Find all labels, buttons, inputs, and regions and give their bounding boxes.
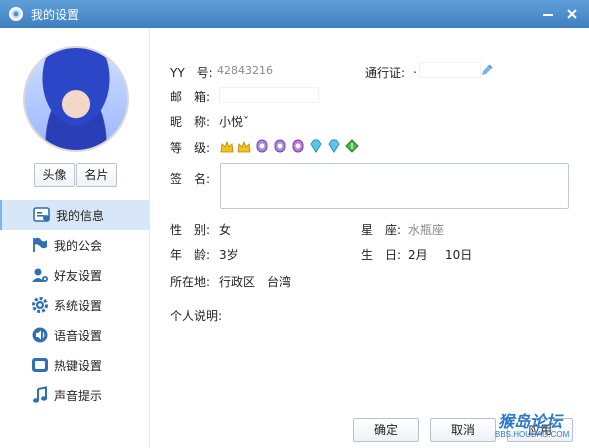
music-note-icon xyxy=(33,386,47,403)
diamond-icon xyxy=(328,139,340,153)
nav-item-friends[interactable]: 好友设置 xyxy=(0,260,149,290)
minimize-icon xyxy=(543,14,553,16)
personal-label: 个人说明: xyxy=(170,309,223,323)
nav-label: 我的公会 xyxy=(54,239,103,253)
star-value: 水瓶座 xyxy=(408,223,445,237)
nav-label: 我的信息 xyxy=(56,209,105,223)
email-value-redacted xyxy=(219,87,319,103)
avatar[interactable] xyxy=(23,46,129,152)
signature-field[interactable] xyxy=(220,163,569,209)
nav-label: 热键设置 xyxy=(54,359,103,373)
location-value: 行政区 台湾 xyxy=(219,275,292,289)
nickname-value: 小悦ˇ xyxy=(219,115,250,129)
star-label: 星 座: xyxy=(361,223,402,237)
settings-gear-icon xyxy=(9,7,23,21)
yy-label: YY 号: xyxy=(170,66,213,80)
avatar-buttons: 头像 名片 xyxy=(34,163,117,187)
level-label: 等 级: xyxy=(170,141,211,155)
pass-edit-icon[interactable] xyxy=(480,63,494,77)
moon-badge-icon xyxy=(292,139,304,153)
forum-watermark: 猴岛论坛 BBS.HOUDAO.COM xyxy=(492,408,584,448)
birthday-label: 生 日: xyxy=(361,248,402,262)
settings-nav: 我的信息 我的公会 好友设置 系统设置 语音设置 热键设置 声音提示 xyxy=(0,200,149,410)
title-bar[interactable]: 我的设置 xyxy=(0,0,589,28)
nav-item-hotkey[interactable]: 热键设置 xyxy=(0,350,149,380)
close-button[interactable] xyxy=(562,4,582,24)
age-value: 3岁 xyxy=(219,248,239,262)
flag-icon xyxy=(33,237,47,252)
yy-value: 42843216 xyxy=(217,64,273,77)
avatar-button[interactable]: 头像 xyxy=(34,163,75,187)
nickname-label: 昵 称: xyxy=(170,115,211,129)
sidebar: 头像 名片 我的信息 我的公会 好友设置 系统设置 语音设置 热键设置 声音提示 xyxy=(0,28,150,448)
crown-icon xyxy=(220,140,234,153)
profile-card-icon xyxy=(33,207,50,222)
diamond-icon xyxy=(310,139,322,153)
gender-label: 性 别: xyxy=(170,223,211,237)
nav-label: 系统设置 xyxy=(54,299,103,313)
birthday-month: 2月 xyxy=(408,248,428,262)
window-title: 我的设置 xyxy=(31,8,80,22)
gender-value: 女 xyxy=(219,223,232,237)
age-label: 年 龄: xyxy=(170,248,211,262)
ok-button[interactable]: 确定 xyxy=(353,418,419,442)
birthday-day: 10日 xyxy=(445,248,473,262)
crown-icon xyxy=(237,140,251,153)
friends-icon xyxy=(32,268,48,282)
leaf-icon xyxy=(345,139,359,153)
watermark-main: 猴岛论坛 xyxy=(498,412,563,431)
profile-content: YY 号: 42843216 通行证: . 邮 箱: 昵 称: 小悦ˇ 等 级: xyxy=(149,28,589,448)
nav-label: 语音设置 xyxy=(54,329,103,343)
moon-badge-icon xyxy=(256,139,268,153)
minimize-button[interactable] xyxy=(538,4,558,24)
pass-value-prefix: . xyxy=(413,62,417,76)
nav-item-sound[interactable]: 声音提示 xyxy=(0,380,149,410)
nav-label: 好友设置 xyxy=(54,269,103,283)
gear-icon xyxy=(32,297,48,313)
nav-label: 声音提示 xyxy=(54,389,103,403)
nav-item-system[interactable]: 系统设置 xyxy=(0,290,149,320)
keyboard-icon xyxy=(32,358,48,372)
settings-window: 我的设置 头像 名片 我的信息 我的公会 好友设置 系统设置 语音设置 热键设置… xyxy=(0,0,589,448)
email-label: 邮 箱: xyxy=(170,90,211,104)
pass-value-redacted xyxy=(419,62,481,78)
nav-item-my-info[interactable]: 我的信息 xyxy=(0,200,149,230)
close-icon xyxy=(567,9,577,19)
location-label: 所在地: xyxy=(170,275,211,289)
signature-label: 签 名: xyxy=(170,172,211,186)
moon-badge-icon xyxy=(274,139,286,153)
nav-item-guild[interactable]: 我的公会 xyxy=(0,230,149,260)
speaker-icon xyxy=(32,327,48,343)
watermark-url: BBS.HOUDAO.COM xyxy=(495,430,570,439)
pass-label: 通行证: xyxy=(365,66,406,80)
nav-item-voice[interactable]: 语音设置 xyxy=(0,320,149,350)
card-button[interactable]: 名片 xyxy=(76,163,117,187)
cancel-button[interactable]: 取消 xyxy=(430,418,496,442)
